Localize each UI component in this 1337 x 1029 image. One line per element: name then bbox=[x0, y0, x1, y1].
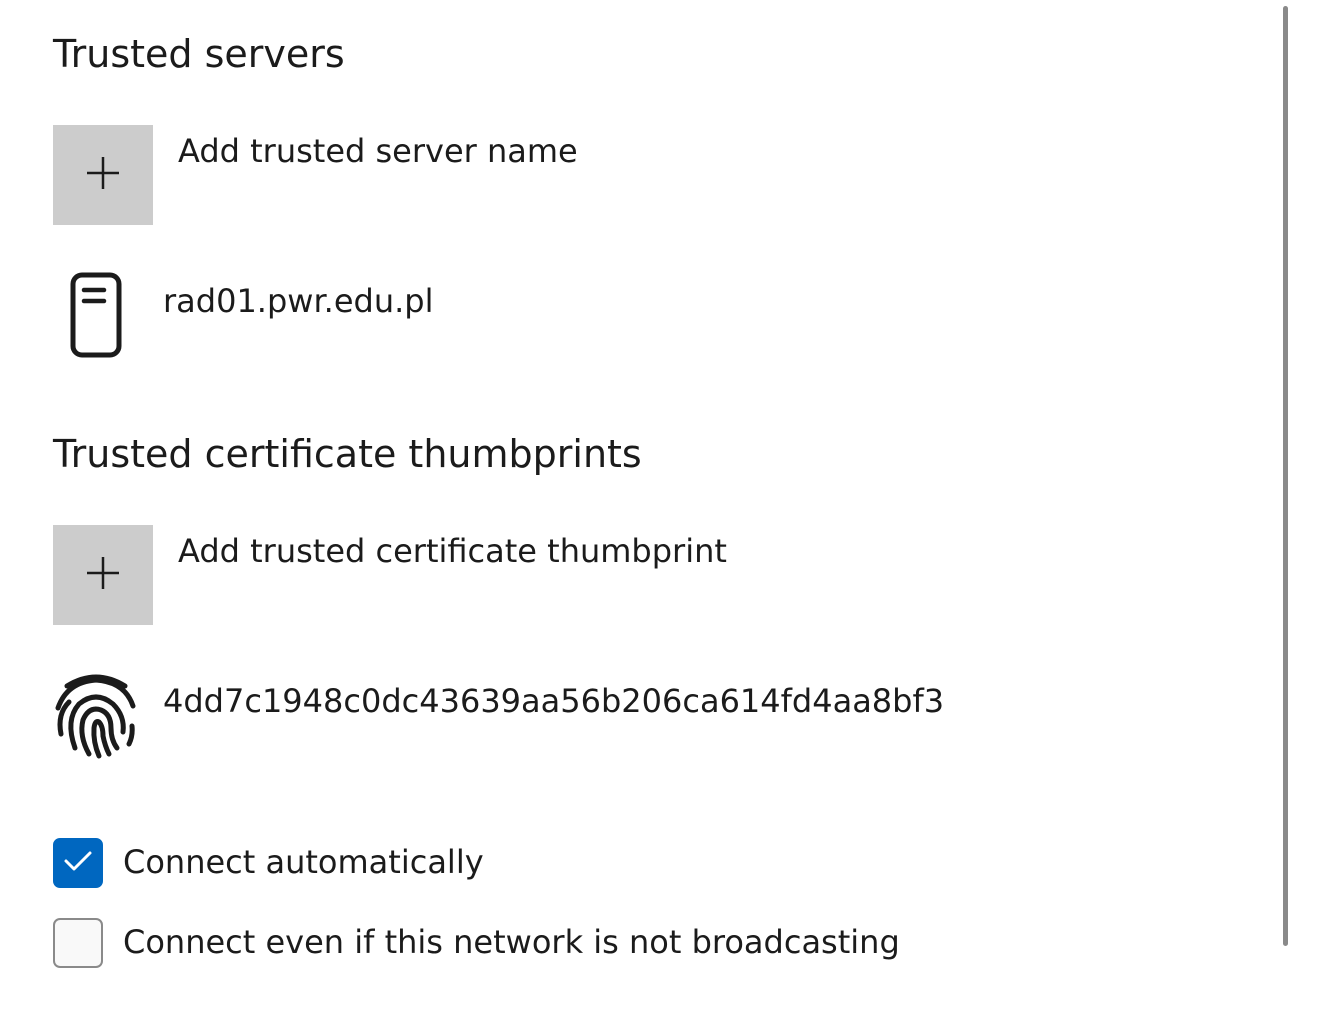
connect-automatically-label[interactable]: Connect automatically bbox=[123, 842, 484, 882]
add-trusted-thumbprint-button[interactable] bbox=[53, 525, 153, 625]
plus-icon bbox=[85, 155, 121, 195]
connect-not-broadcasting-label[interactable]: Connect even if this network is not broa… bbox=[123, 922, 900, 962]
trusted-thumbprint-value: 4dd7c1948c0dc43639aa56b206ca614fd4aa8bf3 bbox=[163, 682, 945, 720]
fingerprint-icon bbox=[53, 670, 139, 760]
trusted-thumbprints-title: Trusted certificate thumbprints bbox=[53, 432, 642, 476]
add-trusted-thumbprint-label[interactable]: Add trusted certificate thumbprint bbox=[178, 531, 727, 571]
connect-automatically-checkbox[interactable] bbox=[53, 838, 103, 888]
add-trusted-server-button[interactable] bbox=[53, 125, 153, 225]
connect-not-broadcasting-checkbox[interactable] bbox=[53, 918, 103, 968]
trusted-server-name: rad01.pwr.edu.pl bbox=[163, 282, 434, 320]
checkmark-icon bbox=[63, 849, 93, 877]
trusted-servers-title: Trusted servers bbox=[53, 32, 345, 76]
vertical-scrollbar[interactable] bbox=[1283, 6, 1288, 946]
add-trusted-server-label[interactable]: Add trusted server name bbox=[178, 131, 578, 171]
server-icon bbox=[53, 270, 139, 360]
plus-icon bbox=[85, 555, 121, 595]
